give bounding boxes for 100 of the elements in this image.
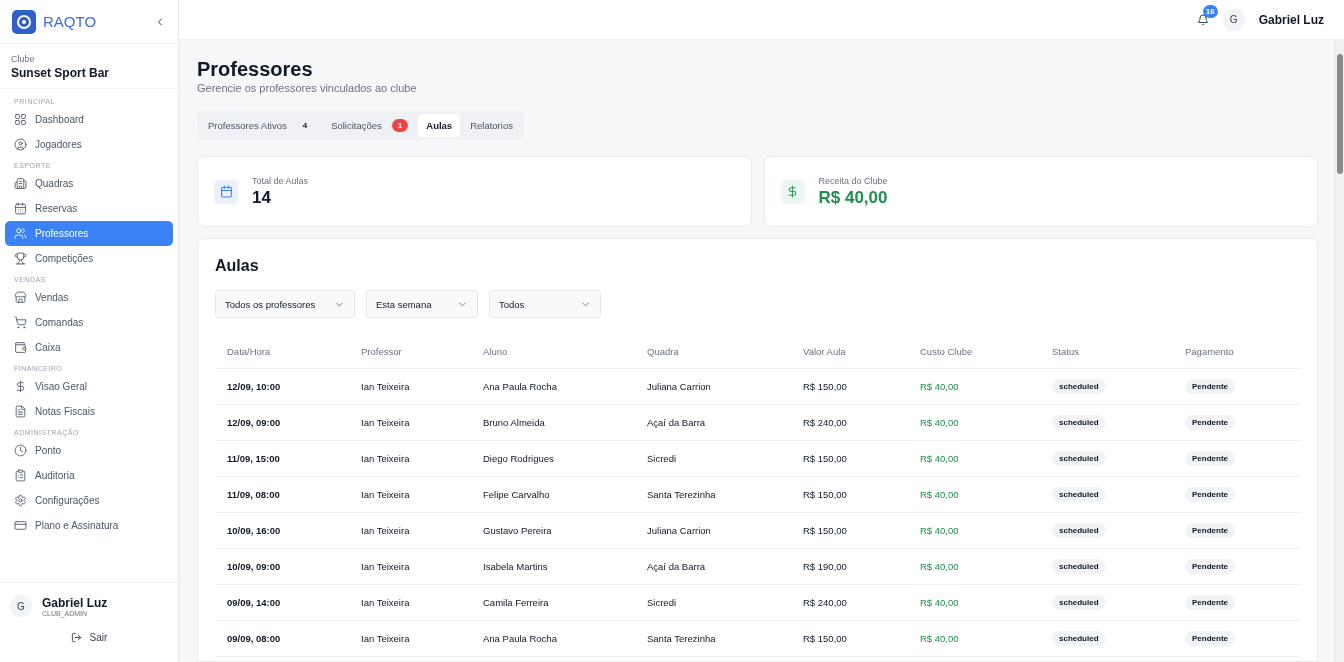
nav-item[interactable]: Professores — [5, 221, 173, 246]
table-cell-text: Sicredi — [646, 597, 678, 608]
tab[interactable]: Professores Ativos 4 — [200, 114, 322, 137]
table-cell-text: Ian Teixeira — [360, 417, 411, 428]
table-cell-text: 10/09, 16:00 — [226, 525, 282, 536]
filter-select[interactable]: Todos — [489, 290, 601, 318]
bell-icon — [1196, 13, 1209, 26]
table-cell-text: R$ 40,00 — [919, 489, 960, 500]
scrollbar[interactable] — [1334, 40, 1344, 662]
status-badge: scheduled — [1052, 631, 1106, 646]
column-header: Professor — [360, 345, 403, 357]
stat-label: Total de Aulas — [252, 175, 309, 186]
nav-icon — [14, 341, 27, 354]
nav-icon — [14, 113, 27, 126]
table-cell-text: Ian Teixeira — [360, 453, 411, 464]
nav-item[interactable]: Dashboard — [5, 107, 173, 132]
column-header: Aluno — [482, 345, 509, 357]
column-header: Quadra — [646, 345, 680, 357]
tab-count: 4 — [301, 120, 309, 132]
nav-item[interactable]: Caixa — [5, 335, 173, 360]
table-cell-text: 12/09, 10:00 — [226, 381, 282, 392]
nav-icon — [14, 252, 27, 265]
status-badge: scheduled — [1052, 559, 1106, 574]
nav-icon — [14, 405, 27, 418]
column-header: Custo Clube — [919, 345, 974, 357]
table-cell-text: Gustavo Pereira — [482, 525, 553, 536]
table-cell-text: Santa Terezinha — [646, 633, 717, 644]
table-cell-text: 10/09, 09:00 — [226, 561, 282, 572]
nav-item[interactable]: Auditoria — [5, 463, 173, 488]
tab[interactable]: Solicitações 1 — [323, 114, 417, 137]
nav-item[interactable]: Visao Geral — [5, 374, 173, 399]
nav-icon — [14, 316, 27, 329]
table-cell-text: R$ 190,00 — [802, 561, 848, 572]
dollar-icon — [780, 179, 805, 204]
avatar: G — [10, 595, 32, 617]
nav-item[interactable]: Reservas — [5, 196, 173, 221]
brand-name: RAQTO — [43, 13, 98, 30]
nav-item[interactable]: Jogadores — [5, 132, 173, 157]
table-cell-text: R$ 240,00 — [802, 417, 848, 428]
table-cell-text: Ian Teixeira — [360, 633, 411, 644]
filter-select[interactable]: Esta semana — [366, 290, 478, 318]
table-cell-text: Ian Teixeira — [360, 597, 411, 608]
logout-icon — [70, 632, 82, 643]
user-name: Gabriel Luz — [42, 595, 108, 610]
stat-value: R$ 40,00 — [818, 187, 888, 208]
column-header: Status — [1051, 345, 1080, 357]
table-cell-text: 09/09, 14:00 — [226, 597, 282, 608]
payment-badge: Pendente — [1185, 631, 1235, 646]
table-cell-text: Ian Teixeira — [360, 561, 411, 572]
section-title: Aulas — [215, 257, 260, 275]
nav-item[interactable]: Competições — [5, 246, 173, 271]
table-cell-text: Camila Ferreira — [482, 597, 550, 608]
nav-icon — [14, 519, 27, 532]
filter-select[interactable]: Todos os professores — [215, 290, 355, 318]
table-cell-text: Isabela Martins — [482, 561, 549, 572]
nav-item[interactable]: Plano e Assinatura — [5, 513, 173, 538]
logout-button[interactable]: Sair — [64, 631, 114, 644]
table-cell-text: R$ 150,00 — [802, 489, 848, 500]
table-cell-text: Felipe Carvalho — [482, 489, 551, 500]
stat-value: 14 — [252, 187, 272, 208]
user-name[interactable]: Gabriel Luz — [1258, 12, 1324, 27]
table-cell-text: 09/09, 08:00 — [226, 633, 282, 644]
payment-badge: Pendente — [1185, 415, 1235, 430]
table-cell-text: Açaí da Barra — [646, 561, 707, 572]
nav-icon — [14, 291, 27, 304]
tab[interactable]: Aulas — [418, 114, 461, 137]
table-cell-text: Juliana Carrion — [646, 525, 712, 536]
table-cell-text: Açaí da Barra — [646, 417, 707, 428]
nav-item[interactable]: Comandas — [5, 310, 173, 335]
nav-icon — [14, 444, 27, 457]
tab[interactable]: Relatorios — [462, 114, 521, 137]
table-cell-text: R$ 40,00 — [919, 633, 960, 644]
table-cell-text: R$ 40,00 — [919, 561, 960, 572]
logo-icon — [12, 9, 36, 34]
nav-item[interactable]: Notas Fiscais — [5, 399, 173, 424]
nav-item[interactable]: Vendas — [5, 285, 173, 310]
nav-item[interactable]: Ponto — [5, 438, 173, 463]
notification-count: 16 — [1202, 4, 1218, 18]
status-badge: scheduled — [1052, 487, 1106, 502]
table-cell-text: Sicredi — [646, 453, 678, 464]
nav-item[interactable]: Configurações — [5, 488, 173, 513]
nav-item[interactable]: Quadras — [5, 171, 173, 196]
status-badge: scheduled — [1052, 523, 1106, 538]
notifications-button[interactable] — [1196, 13, 1209, 26]
table-cell-text: 12/09, 09:00 — [226, 417, 282, 428]
nav-icon — [14, 227, 27, 240]
table-cell-text: Ian Teixeira — [360, 381, 411, 392]
table-cell-text: Diego Rodrigues — [482, 453, 555, 464]
table-cell-text: R$ 150,00 — [802, 381, 848, 392]
column-header: Data/Hora — [226, 345, 272, 357]
payment-badge: Pendente — [1185, 595, 1235, 610]
table-cell-text: R$ 150,00 — [802, 525, 848, 536]
stat-label: Receita do Clube — [818, 175, 888, 186]
club-name: Sunset Sport Bar — [11, 66, 110, 80]
nav-icon — [14, 469, 27, 482]
table-cell-text: Ana Paula Rocha — [482, 381, 558, 392]
table-cell-text: R$ 240,00 — [802, 597, 848, 608]
table-cell-text: R$ 40,00 — [919, 417, 960, 428]
table-cell-text: R$ 40,00 — [919, 597, 960, 608]
nav-icon — [14, 138, 27, 151]
